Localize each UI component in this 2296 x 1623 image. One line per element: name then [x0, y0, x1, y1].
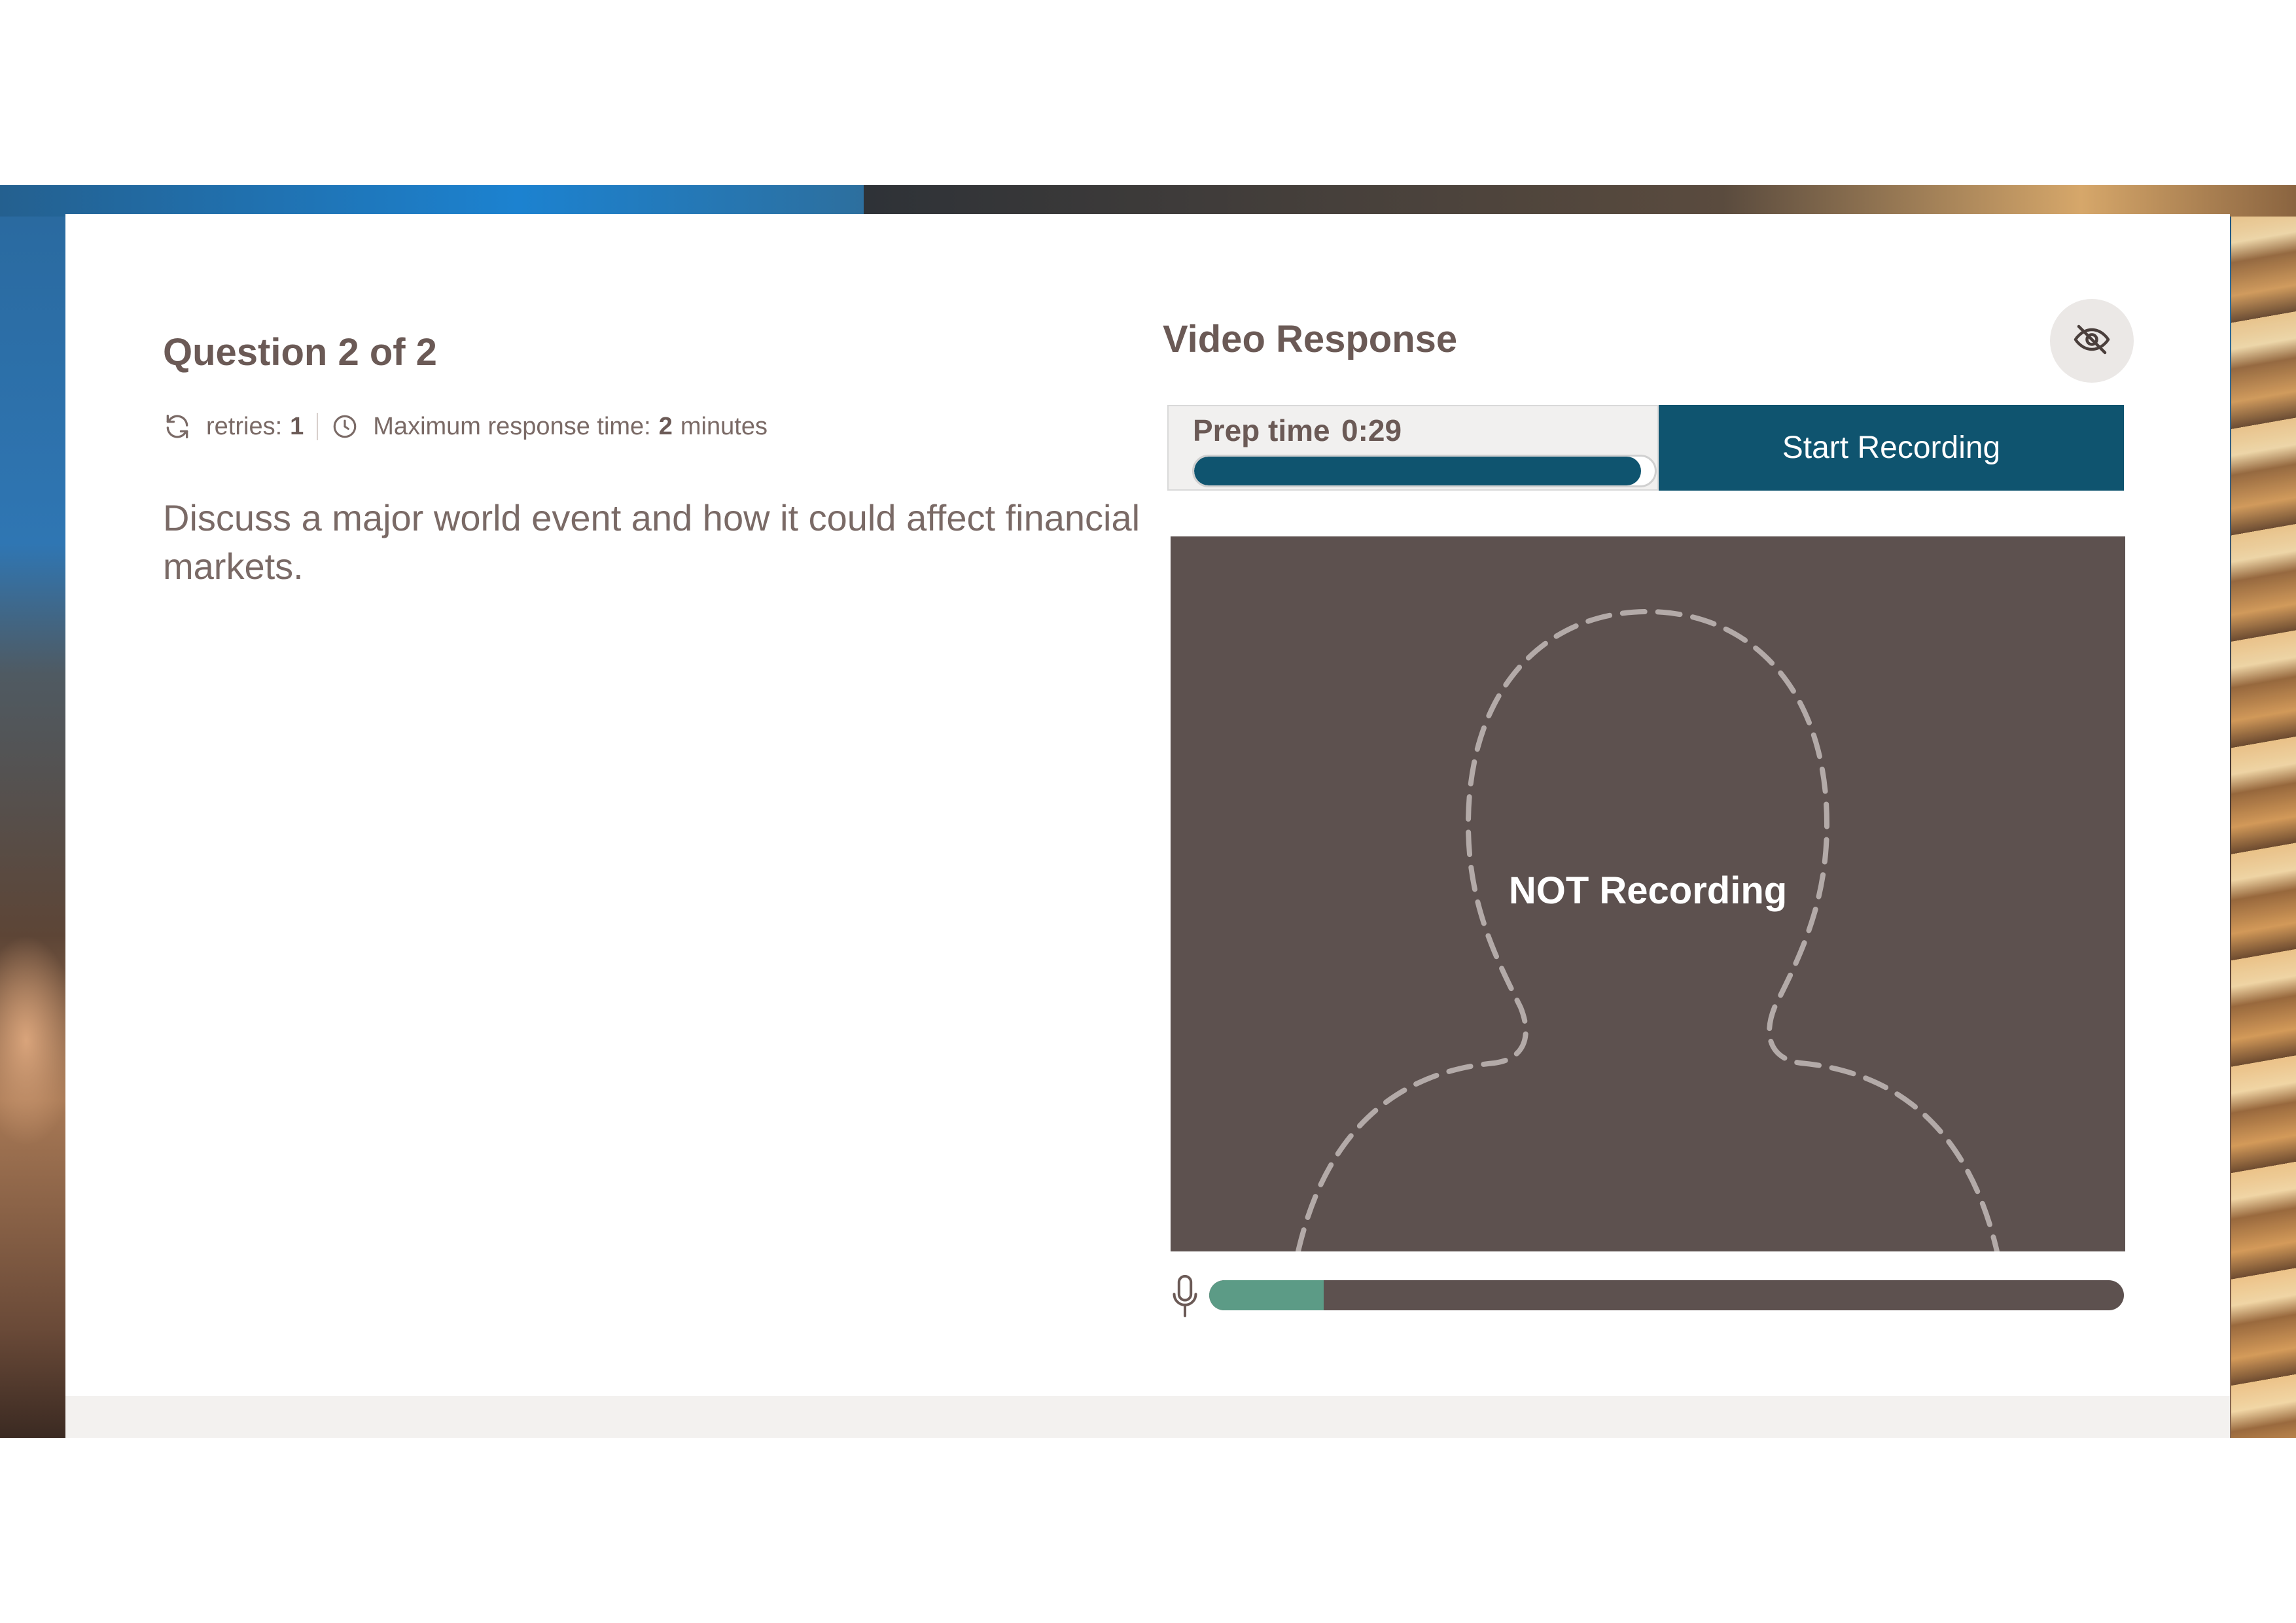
- max-time-label: Maximum response time:: [373, 412, 651, 440]
- max-time-value: 2: [658, 412, 673, 440]
- audio-level-fill: [1209, 1280, 1324, 1310]
- interview-card: Question 2 of 2 retries: 1 Maximum respo…: [65, 214, 2230, 1438]
- hide-video-button[interactable]: [2050, 299, 2134, 383]
- background-left-edge: [0, 217, 65, 1438]
- recording-status: NOT Recording: [1508, 869, 1788, 912]
- prep-timer: Prep time 0:29: [1167, 405, 1659, 491]
- background-blue-stripe: [0, 185, 864, 217]
- clock-icon: [331, 413, 359, 440]
- audio-level-meter: [1209, 1280, 2124, 1310]
- question-prompt: Discuss a major world event and how it c…: [163, 497, 1140, 587]
- video-preview: NOT Recording: [1171, 536, 2125, 1251]
- prep-time-value: 0:29: [1341, 413, 1402, 447]
- question-meta: retries: 1 Maximum response time: 2 minu…: [163, 410, 768, 443]
- eye-slash-icon: [2072, 320, 2111, 362]
- background-dark-stripe: [864, 185, 2296, 217]
- refresh-icon: [163, 412, 192, 441]
- meta-divider: [317, 413, 319, 440]
- retries-label: retries:: [206, 412, 283, 440]
- background-right-edge: [2231, 217, 2296, 1438]
- microphone-icon: [1171, 1274, 1199, 1319]
- prep-progress-fill: [1194, 457, 1641, 485]
- max-time-unit: minutes: [680, 412, 768, 440]
- video-response-title: Video Response: [1163, 318, 1458, 360]
- prep-progress-track: [1192, 455, 1657, 487]
- prep-time-label: Prep time: [1193, 413, 1330, 447]
- start-recording-button[interactable]: Start Recording: [1659, 405, 2124, 491]
- question-title: Question 2 of 2: [163, 331, 437, 374]
- card-footer: [65, 1396, 2230, 1438]
- retries-value: 1: [290, 412, 304, 440]
